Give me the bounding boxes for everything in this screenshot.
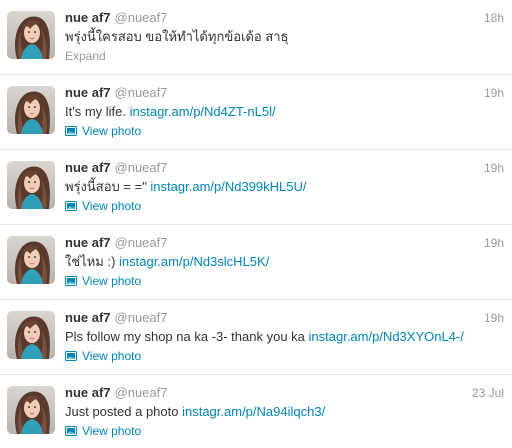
tweet-fullname[interactable]: nue af7: [65, 10, 111, 25]
tweet-text: พรุ่งนี้สอบ = =" instagr.am/p/Nd399kHL5U…: [65, 178, 506, 196]
tweet-header: nue af7 @nueaf7 19h: [65, 235, 504, 251]
tweet-fullname[interactable]: nue af7: [65, 235, 111, 250]
view-photo-link[interactable]: View photo: [65, 198, 141, 214]
tweet[interactable]: nue af7 @nueaf7 19h ใช่ไหม :) instagr.am/…: [0, 225, 512, 300]
tweet-link[interactable]: instagr.am/p/Nd399kHL5U/: [150, 179, 306, 194]
tweet-timestamp[interactable]: 19h: [484, 160, 504, 176]
tweet-footer: View photo: [65, 348, 141, 365]
tweet-timeline: nue af7 @nueaf7 18h พรุ่งนี้ใครสอบ ขอให้ท…: [0, 0, 512, 448]
tweet-username[interactable]: @nueaf7: [115, 235, 168, 250]
avatar[interactable]: [7, 311, 55, 359]
avatar[interactable]: [7, 11, 55, 59]
tweet-header: nue af7 @nueaf7 23 Jul: [65, 385, 504, 401]
profile-photo-icon: [7, 386, 55, 434]
view-photo-label: View photo: [82, 424, 142, 438]
tweet-text-content: Pls follow my shop na ka -3- thank you k…: [65, 329, 309, 344]
tweet-text: Pls follow my shop na ka -3- thank you k…: [65, 328, 506, 346]
tweet-text-content: ใช่ไหม :): [65, 254, 120, 269]
photo-icon: [65, 426, 77, 436]
tweet-timestamp[interactable]: 19h: [484, 85, 504, 101]
tweet-header: nue af7 @nueaf7 19h: [65, 160, 504, 176]
tweet-timestamp[interactable]: 19h: [484, 235, 504, 251]
photo-icon: [65, 351, 77, 361]
view-photo-link[interactable]: View photo: [65, 123, 141, 139]
tweet-text-content: พรุ่งนี้ใครสอบ ขอให้ทำได้ทุกข้อเด้อ สาธุ: [65, 29, 289, 44]
photo-icon: [65, 201, 77, 211]
tweet-username[interactable]: @nueaf7: [115, 310, 168, 325]
tweet-text-content: It's my life.: [65, 104, 130, 119]
avatar[interactable]: [7, 86, 55, 134]
tweet-link[interactable]: instagr.am/p/Na94ilqch3/: [182, 404, 325, 419]
photo-icon: [65, 276, 77, 286]
tweet-text: พรุ่งนี้ใครสอบ ขอให้ทำได้ทุกข้อเด้อ สาธุ: [65, 28, 506, 46]
tweet-fullname[interactable]: nue af7: [65, 310, 111, 325]
tweet-footer: View photo: [65, 123, 141, 140]
tweet-text: Just posted a photo instagr.am/p/Na94ilq…: [65, 403, 506, 421]
view-photo-link[interactable]: View photo: [65, 273, 141, 289]
tweet[interactable]: nue af7 @nueaf7 19h พรุ่งนี้สอบ = =" inst…: [0, 150, 512, 225]
avatar[interactable]: [7, 386, 55, 434]
view-photo-link[interactable]: View photo: [65, 423, 141, 439]
tweet-text-content: พรุ่งนี้สอบ = =": [65, 179, 151, 194]
view-photo-link[interactable]: View photo: [65, 348, 141, 364]
profile-photo-icon: [7, 86, 55, 134]
view-photo-label: View photo: [82, 349, 142, 363]
tweet-timestamp[interactable]: 23 Jul: [472, 385, 504, 401]
tweet-username[interactable]: @nueaf7: [115, 85, 168, 100]
profile-photo-icon: [7, 236, 55, 284]
tweet-link[interactable]: instagr.am/p/Nd3XYOnL4-/: [309, 329, 464, 344]
expand-link[interactable]: Expand: [65, 49, 106, 63]
profile-photo-icon: [7, 311, 55, 359]
tweet-username[interactable]: @nueaf7: [115, 10, 168, 25]
view-photo-label: View photo: [82, 274, 142, 288]
view-photo-label: View photo: [82, 199, 142, 213]
tweet-text-content: Just posted a photo: [65, 404, 183, 419]
tweet-fullname[interactable]: nue af7: [65, 160, 111, 175]
profile-photo-icon: [7, 11, 55, 59]
tweet[interactable]: nue af7 @nueaf7 23 Jul Just posted a phot…: [0, 375, 512, 448]
view-photo-label: View photo: [82, 124, 142, 138]
photo-icon: [65, 126, 77, 136]
tweet-fullname[interactable]: nue af7: [65, 385, 111, 400]
tweet-header: nue af7 @nueaf7 19h: [65, 310, 504, 326]
tweet-footer: View photo: [65, 423, 141, 440]
tweet-footer: Expand: [65, 48, 106, 64]
avatar[interactable]: [7, 236, 55, 284]
tweet-header: nue af7 @nueaf7 18h: [65, 10, 504, 26]
tweet-text: ใช่ไหม :) instagr.am/p/Nd3slcHL5K/: [65, 253, 506, 271]
tweet[interactable]: nue af7 @nueaf7 19h Pls follow my shop na…: [0, 300, 512, 375]
avatar[interactable]: [7, 161, 55, 209]
tweet-link[interactable]: instagr.am/p/Nd3slcHL5K/: [119, 254, 269, 269]
tweet-username[interactable]: @nueaf7: [115, 385, 168, 400]
tweet-timestamp[interactable]: 19h: [484, 310, 504, 326]
tweet-footer: View photo: [65, 273, 141, 290]
tweet-fullname[interactable]: nue af7: [65, 85, 111, 100]
tweet-username[interactable]: @nueaf7: [115, 160, 168, 175]
tweet-timestamp[interactable]: 18h: [484, 10, 504, 26]
tweet[interactable]: nue af7 @nueaf7 18h พรุ่งนี้ใครสอบ ขอให้ท…: [0, 0, 512, 75]
tweet-link[interactable]: instagr.am/p/Nd4ZT-nL5l/: [130, 104, 276, 119]
tweet[interactable]: nue af7 @nueaf7 19h It's my life. instagr…: [0, 75, 512, 150]
tweet-text: It's my life. instagr.am/p/Nd4ZT-nL5l/: [65, 103, 506, 121]
tweet-footer: View photo: [65, 198, 141, 215]
profile-photo-icon: [7, 161, 55, 209]
tweet-header: nue af7 @nueaf7 19h: [65, 85, 504, 101]
